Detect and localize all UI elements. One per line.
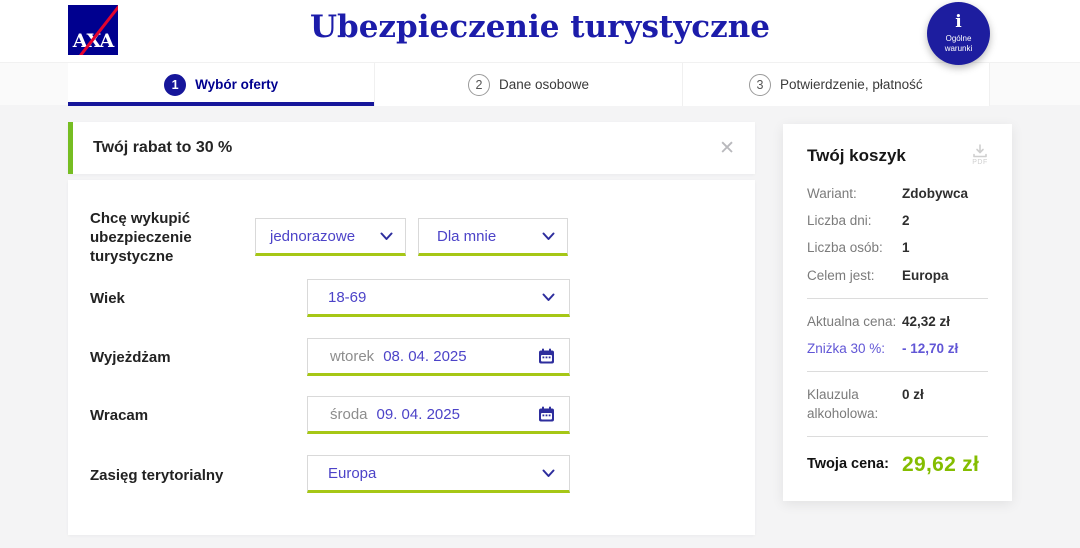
chevron-down-icon <box>542 232 555 241</box>
discount-banner: Twój rabat to 30 % ✕ <box>68 122 755 174</box>
current-price-value: 42,32 zł <box>902 313 950 331</box>
travel-insurance-page: AXA Ubezpieczenie turystyczne i Ogólne w… <box>0 0 1080 548</box>
cart-panel: Twój koszyk PDF Wariant: Zdobywca Liczba… <box>783 124 1012 501</box>
return-label: Wracam <box>90 407 148 426</box>
divider <box>807 298 988 299</box>
age-value: 18-69 <box>328 289 366 306</box>
insured-for-value: Dla mnie <box>437 228 496 245</box>
return-date-value: 09. 04. 2025 <box>377 406 460 423</box>
tab-dane-osobowe[interactable]: 2 Dane osobowe <box>375 63 682 106</box>
cart-row-value: 1 <box>902 239 910 257</box>
total-price-value: 29,62 zł <box>902 451 979 479</box>
tab-potwierdzenie-platnosc[interactable]: 3 Potwierdzenie, płatność <box>683 63 990 106</box>
calendar-icon <box>538 406 555 423</box>
cart-row-label: Celem jest: <box>807 267 902 285</box>
departure-date-field[interactable]: wtorek 08. 04. 2025 <box>307 338 570 376</box>
step-number-badge: 1 <box>164 74 186 96</box>
alcohol-clause-row: Klauzula alkoholowa: 0 zł <box>807 386 988 422</box>
header: AXA Ubezpieczenie turystyczne i Ogólne w… <box>0 0 1080 62</box>
cart-detail-row: Liczba dni: 2 <box>807 212 988 230</box>
insured-for-select[interactable]: Dla mnie <box>418 218 568 256</box>
cart-title: Twój koszyk <box>807 146 906 166</box>
close-icon[interactable]: ✕ <box>719 139 735 158</box>
territory-value: Europa <box>328 465 376 482</box>
alcohol-clause-value: 0 zł <box>902 386 924 422</box>
download-pdf-button[interactable]: PDF <box>972 144 988 166</box>
chevron-down-icon <box>542 293 555 302</box>
pdf-label: PDF <box>972 159 988 166</box>
territory-select[interactable]: Europa <box>307 455 570 493</box>
divider <box>807 436 988 437</box>
current-price-label: Aktualna cena: <box>807 313 902 331</box>
total-price-label: Twoja cena: <box>807 455 902 475</box>
cart-row-label: Liczba osób: <box>807 239 902 257</box>
general-terms-label: Ogólne warunki <box>936 34 982 54</box>
tab-label: Wybór oferty <box>195 77 278 92</box>
insurance-type-value: jednorazowe <box>270 228 355 245</box>
discount-value: - 12,70 zł <box>902 340 958 358</box>
return-date-field[interactable]: środa 09. 04. 2025 <box>307 396 570 434</box>
page-title: Ubezpieczenie turystyczne <box>0 9 1080 45</box>
total-price-row: Twoja cena: 29,62 zł <box>807 451 988 479</box>
tab-label: Dane osobowe <box>499 77 589 92</box>
cart-row-value: Zdobywca <box>902 185 968 203</box>
discount-banner-text: Twój rabat to 30 % <box>93 139 232 157</box>
current-price-row: Aktualna cena: 42,32 zł <box>807 313 988 331</box>
chevron-down-icon <box>542 469 555 478</box>
step-number-badge: 2 <box>468 74 490 96</box>
calendar-icon <box>538 348 555 365</box>
cart-detail-row: Wariant: Zdobywca <box>807 185 988 203</box>
info-icon: i <box>955 14 961 31</box>
age-label: Wiek <box>90 290 125 309</box>
cart-row-value: Europa <box>902 267 949 285</box>
chevron-down-icon <box>380 232 393 241</box>
return-weekday: środa <box>330 406 368 423</box>
tab-wybor-oferty[interactable]: 1 Wybór oferty <box>68 63 375 106</box>
discount-label: Zniżka 30 %: <box>807 340 902 358</box>
alcohol-clause-label: Klauzula alkoholowa: <box>807 386 902 422</box>
departure-label: Wyjeżdżam <box>90 349 171 368</box>
steps-tabs: 1 Wybór oferty 2 Dane osobowe 3 Potwierd… <box>68 63 990 106</box>
purchase-label: Chcę wykupić ubezpieczenie turystyczne <box>90 210 222 266</box>
cart-row-label: Liczba dni: <box>807 212 902 230</box>
discount-row: Zniżka 30 %: - 12,70 zł <box>807 340 988 358</box>
steps-tabbar: 1 Wybór oferty 2 Dane osobowe 3 Potwierd… <box>0 62 1080 105</box>
territory-label: Zasięg terytorialny <box>90 467 223 486</box>
age-select[interactable]: 18-69 <box>307 279 570 317</box>
step-number-badge: 3 <box>749 74 771 96</box>
cart-detail-row: Liczba osób: 1 <box>807 239 988 257</box>
tab-label: Potwierdzenie, płatność <box>780 77 923 92</box>
cart-row-value: 2 <box>902 212 910 230</box>
general-terms-button[interactable]: i Ogólne warunki <box>927 2 990 65</box>
cart-row-label: Wariant: <box>807 185 902 203</box>
offer-form-card: Chcę wykupić ubezpieczenie turystyczne j… <box>68 180 755 535</box>
cart-detail-row: Celem jest: Europa <box>807 267 988 285</box>
divider <box>807 371 988 372</box>
departure-weekday: wtorek <box>330 348 374 365</box>
insurance-type-select[interactable]: jednorazowe <box>255 218 406 256</box>
download-icon <box>972 144 988 158</box>
departure-date-value: 08. 04. 2025 <box>383 348 466 365</box>
